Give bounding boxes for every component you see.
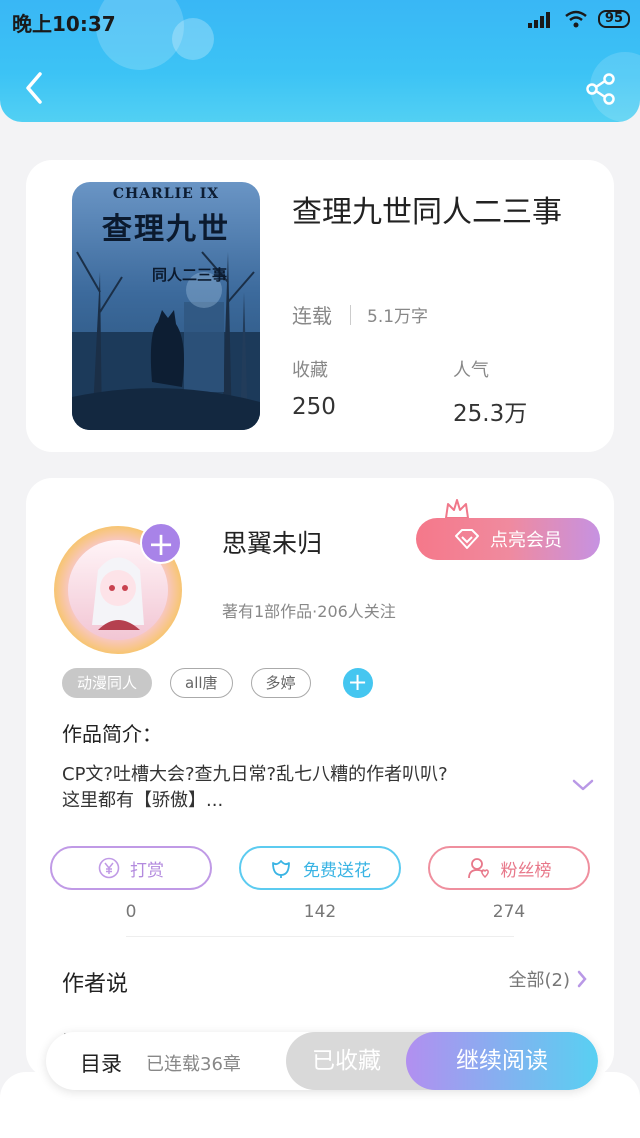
toc-button[interactable]: 目录 (80, 1048, 122, 1078)
wifi-icon (565, 10, 587, 28)
action-tip: 打赏 0 (50, 846, 212, 922)
chevron-right-icon (577, 970, 587, 988)
tag-item[interactable]: all唐 (170, 668, 233, 698)
vip-button[interactable]: 点亮会员 (416, 518, 600, 560)
follow-author-button[interactable]: + (140, 522, 182, 564)
author-card: + 思翼未归 著有1部作品·206人关注 点亮会员 动漫同人 all唐 多婷 +… (26, 478, 614, 1078)
stat-label: 人气 (453, 360, 489, 381)
action-fans: 粉丝榜 274 (428, 846, 590, 922)
word-count: 5.1万字 (367, 307, 429, 327)
signal-icon (527, 12, 550, 28)
stat-collect: 收藏 250 (292, 356, 336, 420)
chapter-status: 已连载36章 (146, 1054, 241, 1075)
book-title: 查理九世同人二三事 (292, 195, 562, 230)
divider (350, 304, 351, 325)
all-label: 全部(2) (508, 970, 571, 991)
intro-text[interactable]: CP文?吐槽大会?查九日常?乱七八糟的作者叭叭? 这里都有【骄傲】... (62, 762, 542, 814)
battery-indicator: 95 (597, 10, 630, 28)
vip-label: 点亮会员 (490, 530, 562, 551)
top-header: 晚上10:37 95 (0, 0, 640, 122)
stat-value: 250 (292, 394, 336, 420)
serial-status: 连载 (292, 304, 332, 328)
yen-icon (98, 857, 120, 879)
author-says-title: 作者说 (62, 972, 129, 997)
intro-label: 作品简介： (62, 722, 162, 746)
intro-line: CP文?吐槽大会?查九日常?乱七八糟的作者叭叭? (62, 764, 448, 785)
chevron-down-icon[interactable] (572, 778, 594, 792)
tag-item[interactable]: 动漫同人 (62, 668, 153, 698)
fans-count: 274 (492, 902, 526, 922)
fans-icon (467, 858, 489, 879)
tip-count: 0 (125, 902, 137, 922)
stat-label: 收藏 (292, 360, 328, 381)
status-time: 晚上10:37 (12, 12, 116, 36)
decor-bubble (172, 18, 214, 60)
cover-subtitle: 同人二三事 (152, 266, 228, 284)
book-status-line: 连载 5.1万字 (292, 300, 428, 329)
add-tag-button[interactable]: + (342, 668, 373, 698)
status-icons: 95 (527, 8, 630, 30)
stat-value: 25.3万 (453, 401, 528, 427)
divider (126, 936, 514, 937)
action-row: 打赏 0 免费送花 142 粉丝榜 274 (50, 846, 590, 922)
stat-popularity: 人气 25.3万 (453, 356, 527, 428)
author-name[interactable]: 思翼未归 (222, 524, 322, 560)
share-icon[interactable] (584, 72, 618, 106)
fans-rank-button[interactable]: 粉丝榜 (428, 846, 590, 890)
cover-title-en: CHARLIE IX (112, 186, 220, 202)
author-says-all-link[interactable]: 全部(2) (509, 966, 589, 992)
book-info-card: CHARLIE IX 查理九世 同人二三事 查理九世同人二三事 连载 5.1万字… (26, 160, 614, 452)
tag-list: 动漫同人 all唐 多婷 + (62, 668, 373, 698)
diamond-icon (455, 529, 479, 549)
flower-count: 142 (303, 902, 337, 922)
tip-label: 打赏 (130, 860, 164, 881)
crown-icon (445, 499, 469, 519)
fans-label: 粉丝榜 (500, 860, 552, 881)
flower-icon (272, 860, 290, 878)
continue-reading-button[interactable]: 继续阅读 (406, 1032, 598, 1090)
action-flower: 免费送花 142 (239, 846, 401, 922)
send-flower-button[interactable]: 免费送花 (239, 846, 401, 890)
tag-item[interactable]: 多婷 (250, 668, 311, 698)
flower-label: 免费送花 (303, 860, 371, 881)
tip-button[interactable]: 打赏 (50, 846, 212, 890)
intro-line: 这里都有【骄傲】... (62, 790, 224, 811)
book-cover[interactable]: CHARLIE IX 查理九世 同人二三事 (72, 182, 260, 430)
author-meta: 著有1部作品·206人关注 (222, 602, 396, 621)
bottom-action-bar: 目录 已连载36章 已收藏 继续阅读 (46, 1032, 598, 1090)
cover-title-cn: 查理九世 (102, 212, 230, 247)
back-icon[interactable] (20, 68, 50, 108)
